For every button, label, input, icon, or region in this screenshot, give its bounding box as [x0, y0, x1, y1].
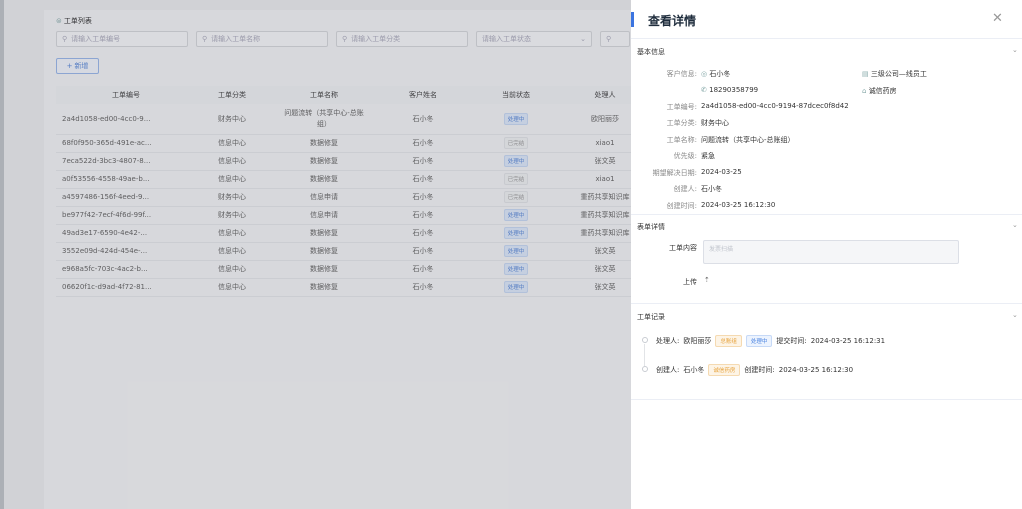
name-label: 工单名称:: [666, 136, 697, 144]
record-time: 2024-03-25 16:12:31: [810, 337, 886, 345]
upload-icon[interactable]: ⇡: [704, 276, 710, 284]
category-label: 工单分类:: [666, 119, 697, 127]
created-label: 创建时间:: [666, 202, 697, 210]
records-heading: 工单记录: [637, 313, 665, 321]
divider: [631, 399, 1022, 400]
app-page: ⊜ 工单列表 ⚲ 请输入工单编号 ⚲ 请输入工单名称 ⚲ 请输入工单分类 请输入…: [0, 0, 1022, 509]
close-icon[interactable]: ✕: [992, 11, 1003, 26]
customer-org: ⌂ 诚信药房: [862, 86, 897, 96]
store-icon: ⌂: [862, 87, 867, 95]
customer-org-text: 诚信药房: [868, 87, 897, 95]
upload-label: 上传: [683, 278, 697, 286]
record-time: 2024-03-25 16:12:30: [778, 366, 854, 374]
record-role: 处理人:: [656, 337, 680, 345]
drawer-title: 查看详情: [648, 14, 697, 28]
customer-name-text: 石小冬: [709, 70, 731, 78]
record-time-label: 提交时间:: [776, 337, 807, 345]
drawer-accent-bar: [631, 12, 634, 27]
customer-company: ▤ 三级公司—线员工: [862, 69, 927, 79]
divider: [631, 303, 1022, 304]
divider: [631, 214, 1022, 215]
timeline-line: [644, 344, 645, 366]
record-item: 创建人: 石小冬 诚信药房 创建时间: 2024-03-25 16:12:30: [656, 364, 853, 376]
created-value: 2024-03-25 16:12:30: [701, 201, 776, 209]
content-label: 工单内容: [669, 244, 697, 252]
timeline-dot: [642, 337, 648, 343]
phone-icon: ✆: [701, 86, 707, 94]
customer-phone-text: 18290358799: [709, 86, 759, 94]
record-time-label: 创建时间:: [744, 366, 775, 374]
customer-phone: ✆ 18290358799: [701, 86, 758, 94]
order-no-label: 工单编号:: [666, 103, 697, 111]
divider: [631, 38, 1022, 39]
record-person: 欧阳丽莎: [683, 337, 712, 345]
record-status-tag: 处理中: [745, 335, 773, 347]
chevron-down-icon[interactable]: ⌄: [1012, 46, 1018, 54]
order-no-value: 2a4d1058-ed00-4cc0-9194-87dcec0f8d42: [701, 102, 849, 110]
name-value: 问题流转（共享中心-总账组）: [701, 136, 795, 144]
priority-label: 优先级:: [673, 152, 697, 160]
chevron-down-icon[interactable]: ⌄: [1012, 311, 1018, 319]
expected-value: 2024-03-25: [701, 168, 742, 176]
form-heading: 表单详情: [637, 223, 665, 231]
basic-info-heading: 基本信息: [637, 48, 665, 56]
customer-name: ◎ 石小冬: [701, 69, 730, 79]
timeline-dot: [642, 366, 648, 372]
record-tag: 诚信药房: [708, 364, 741, 376]
record-tag: 总账组: [715, 335, 742, 347]
building-icon: ▤: [862, 70, 869, 78]
content-textarea[interactable]: 发票扫描: [703, 240, 959, 264]
customer-company-text: 三级公司—线员工: [870, 70, 927, 78]
customer-label: 客户信息:: [666, 70, 697, 78]
creator-value: 石小冬: [701, 185, 722, 193]
expected-label: 期望解决日期:: [652, 169, 697, 177]
creator-label: 创建人:: [673, 185, 697, 193]
user-icon: ◎: [701, 70, 708, 78]
record-role: 创建人:: [656, 366, 680, 374]
category-value: 财务中心: [701, 119, 729, 127]
record-person: 石小冬: [683, 366, 705, 374]
record-item: 处理人: 欧阳丽莎 总账组 处理中 提交时间: 2024-03-25 16:12:…: [656, 335, 885, 347]
modal-mask[interactable]: [0, 0, 631, 509]
priority-value: 紧急: [701, 152, 715, 160]
chevron-down-icon[interactable]: ⌄: [1012, 221, 1018, 229]
